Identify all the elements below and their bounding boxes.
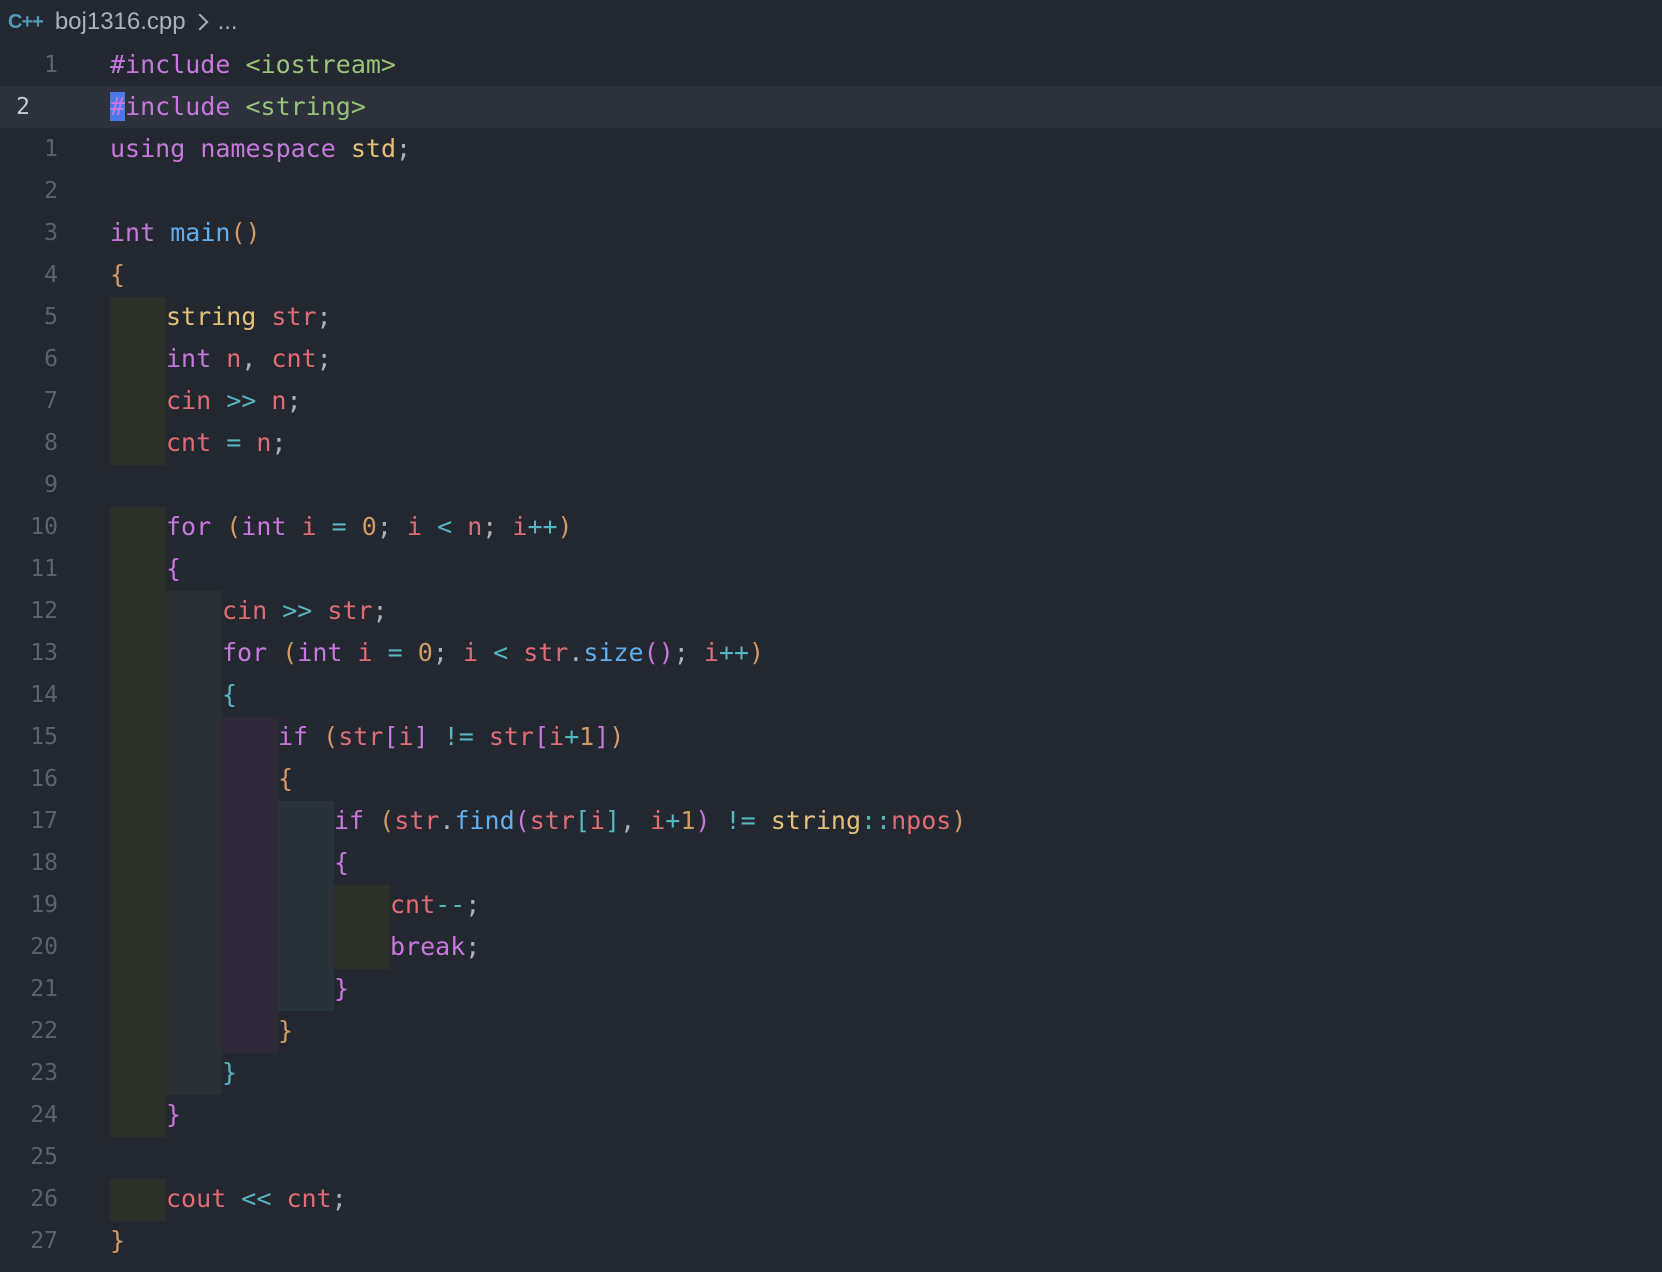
line-code[interactable]: }	[278, 1010, 293, 1052]
line-code[interactable]: cin >> n;	[166, 380, 302, 422]
code-line[interactable]: 26 cout << cnt;	[0, 1178, 1662, 1220]
line-number[interactable]: 14	[0, 674, 58, 716]
line-number[interactable]: 8	[0, 422, 58, 464]
line-code[interactable]: cnt--;	[390, 884, 480, 926]
code-line[interactable]: 1 using namespace std;	[0, 128, 1662, 170]
code-line[interactable]: 14 {	[0, 674, 1662, 716]
line-number[interactable]: 15	[0, 716, 58, 758]
line-number[interactable]: 6	[0, 338, 58, 380]
code-line[interactable]: 13 for (int i = 0; i < str.size(); i++)	[0, 632, 1662, 674]
line-code[interactable]: string str;	[166, 296, 332, 338]
code-line[interactable]: 3 int main()	[0, 212, 1662, 254]
line-code[interactable]: {	[110, 254, 125, 296]
line-code[interactable]: using namespace std;	[110, 128, 411, 170]
code-line[interactable]: 23}	[0, 1052, 1662, 1094]
breadcrumb-file[interactable]: boj1316.cpp	[55, 8, 186, 36]
code-line[interactable]: 12 cin >> str;	[0, 590, 1662, 632]
line-code[interactable]: int main()	[110, 212, 261, 254]
line-number[interactable]: 27	[0, 1220, 58, 1262]
line-number[interactable]: 22	[0, 1010, 58, 1052]
line-code[interactable]: if (str.find(str[i], i+1) != string::npo…	[334, 800, 966, 842]
line-number[interactable]: 2	[0, 86, 30, 128]
code-line[interactable]: 7 cin >> n;	[0, 380, 1662, 422]
line-number[interactable]: 3	[0, 212, 58, 254]
code-line[interactable]: 1 #include <iostream>	[0, 44, 1662, 86]
line-code[interactable]: cnt = n;	[166, 422, 286, 464]
line-number[interactable]: 7	[0, 380, 58, 422]
line-number[interactable]: 18	[0, 842, 58, 884]
line-number[interactable]: 5	[0, 296, 58, 338]
breadcrumb-symbols[interactable]: ...	[218, 8, 238, 36]
code-line[interactable]: 18 {	[0, 842, 1662, 884]
line-code[interactable]: int n, cnt;	[166, 338, 332, 380]
code-editor[interactable]: C++ boj1316.cpp ... 1 #include <iostream>…	[0, 0, 1662, 1272]
line-code[interactable]: #include <iostream>	[110, 44, 396, 86]
line-code[interactable]: {	[222, 674, 237, 716]
code-line[interactable]: 2	[0, 170, 1662, 212]
line-number[interactable]: 23	[0, 1052, 58, 1094]
line-number[interactable]: 25	[0, 1136, 58, 1178]
code-line[interactable]: 24}	[0, 1094, 1662, 1136]
line-number[interactable]: 12	[0, 590, 58, 632]
code-line[interactable]: 21}	[0, 968, 1662, 1010]
line-code[interactable]: }	[166, 1094, 181, 1136]
line-number[interactable]: 21	[0, 968, 58, 1010]
code-line[interactable]: 20 break;	[0, 926, 1662, 968]
line-code[interactable]: if (str[i] != str[i+1])	[278, 716, 624, 758]
line-code[interactable]: for (int i = 0; i < str.size(); i++)	[222, 632, 764, 674]
line-number[interactable]: 1	[0, 128, 58, 170]
code-line[interactable]: 27}	[0, 1220, 1662, 1262]
line-code[interactable]: break;	[390, 926, 480, 968]
line-code[interactable]: cout << cnt;	[166, 1178, 347, 1220]
code-line[interactable]: 4{	[0, 254, 1662, 296]
line-code[interactable]: {	[166, 548, 181, 590]
line-number[interactable]: 9	[0, 464, 58, 506]
line-number[interactable]: 4	[0, 254, 58, 296]
cpp-icon: C++	[8, 10, 44, 33]
line-number[interactable]: 2	[0, 170, 58, 212]
line-number[interactable]: 19	[0, 884, 58, 926]
line-code[interactable]: }	[334, 968, 349, 1010]
code-line[interactable]: 22}	[0, 1010, 1662, 1052]
line-number[interactable]: 10	[0, 506, 58, 548]
line-code[interactable]: for (int i = 0; i < n; i++)	[166, 506, 573, 548]
line-code[interactable]: }	[110, 1220, 125, 1262]
line-number[interactable]: 20	[0, 926, 58, 968]
line-code[interactable]: {	[278, 758, 293, 800]
line-number[interactable]: 26	[0, 1178, 58, 1220]
line-number[interactable]: 13	[0, 632, 58, 674]
code-line[interactable]: 17 if (str.find(str[i], i+1) != string::n…	[0, 800, 1662, 842]
code-line[interactable]: 10 for (int i = 0; i < n; i++)	[0, 506, 1662, 548]
code-line[interactable]: 25	[0, 1136, 1662, 1178]
line-number[interactable]: 11	[0, 548, 58, 590]
line-code[interactable]: {	[334, 842, 349, 884]
breadcrumb: C++ boj1316.cpp ...	[0, 0, 1662, 44]
code-line[interactable]: 6 int n, cnt;	[0, 338, 1662, 380]
code-line[interactable]: 15 if (str[i] != str[i+1])	[0, 716, 1662, 758]
code-line[interactable]: 2 #include <string>	[0, 86, 1662, 128]
line-code[interactable]: }	[222, 1052, 237, 1094]
line-number[interactable]: 1	[0, 44, 58, 86]
code-line[interactable]: 11 {	[0, 548, 1662, 590]
line-number[interactable]: 16	[0, 758, 58, 800]
code-line[interactable]: 9	[0, 464, 1662, 506]
code-line[interactable]: 8 cnt = n;	[0, 422, 1662, 464]
line-code[interactable]: cin >> str;	[222, 590, 388, 632]
line-number[interactable]: 17	[0, 800, 58, 842]
code-line[interactable]: 19 cnt--;	[0, 884, 1662, 926]
chevron-right-icon	[191, 13, 209, 31]
line-code[interactable]: #include <string>	[110, 86, 366, 128]
code-line[interactable]: 16 {	[0, 758, 1662, 800]
line-number[interactable]: 24	[0, 1094, 58, 1136]
code-line[interactable]: 5 string str;	[0, 296, 1662, 338]
